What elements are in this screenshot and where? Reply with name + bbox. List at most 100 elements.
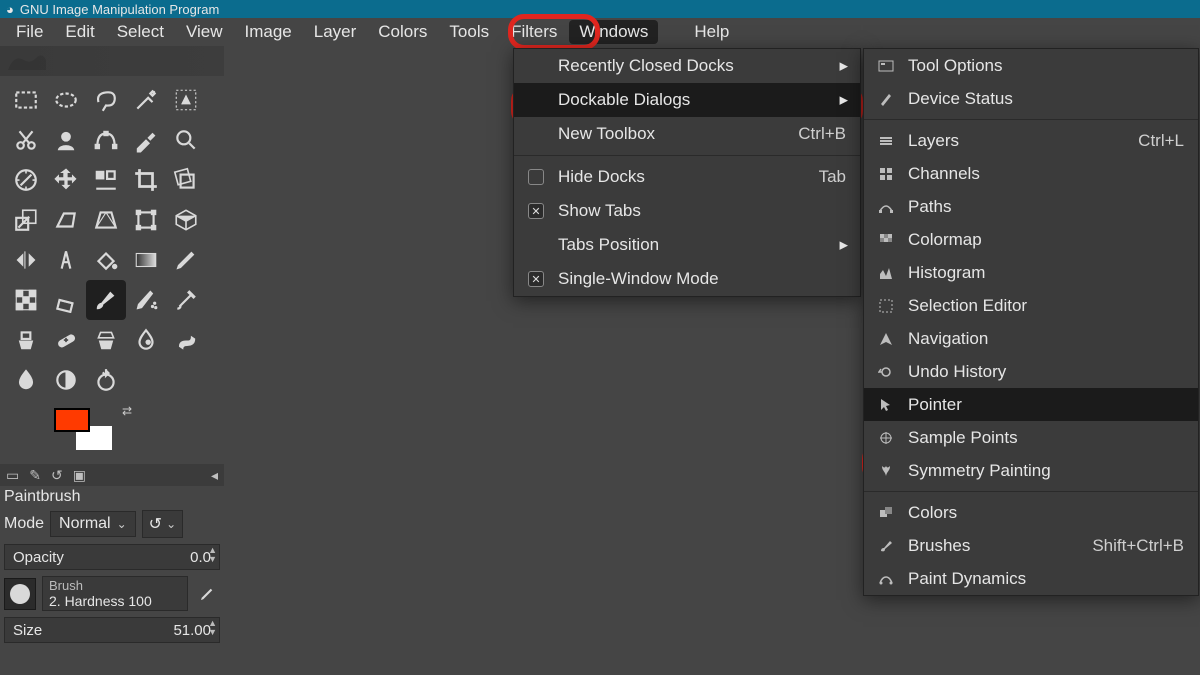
submenu-item-layers[interactable]: Layers Ctrl+L xyxy=(864,124,1198,157)
tool-dodge[interactable] xyxy=(6,360,46,400)
menu-item-dockable-dialogs[interactable]: Dockable Dialogs ▸ xyxy=(514,83,860,117)
tool-airbrush[interactable] xyxy=(126,280,166,320)
mode-reset-button[interactable]: ↺ ⌄ xyxy=(142,510,183,538)
submenu-item-colors[interactable]: Colors xyxy=(864,496,1198,529)
tool-foreground-select[interactable] xyxy=(46,120,86,160)
opacity-slider[interactable]: Opacity 0.0 ▲▼ xyxy=(4,544,220,570)
tool-blur-sharpen[interactable] xyxy=(126,320,166,360)
tool-dodge-burn-grid[interactable] xyxy=(6,280,46,320)
menu-select[interactable]: Select xyxy=(107,20,174,44)
color-swatches[interactable]: ⇄ xyxy=(54,408,124,458)
mode-combo[interactable]: Normal ⌄ xyxy=(50,511,136,537)
submenu-item-colormap[interactable]: Colormap xyxy=(864,223,1198,256)
submenu-item-navigation[interactable]: Navigation xyxy=(864,322,1198,355)
tool-zoom[interactable] xyxy=(166,120,206,160)
submenu-item-symmetry-painting[interactable]: Symmetry Painting xyxy=(864,454,1198,487)
spinner-arrows-icon[interactable]: ▲▼ xyxy=(208,619,217,637)
dock-tab-tool-options-icon[interactable]: ▭ xyxy=(6,467,19,484)
tool-ellipse-select[interactable] xyxy=(46,80,86,120)
tool-options-icon xyxy=(878,58,894,74)
tool-heal[interactable] xyxy=(46,320,86,360)
tool-flip[interactable] xyxy=(6,240,46,280)
dock-tab-device-icon[interactable]: ✎ xyxy=(29,467,41,484)
submenu-item-paint-dynamics[interactable]: Paint Dynamics xyxy=(864,562,1198,595)
tool-options-title: Paintbrush xyxy=(0,486,224,508)
tool-eraser[interactable] xyxy=(46,280,86,320)
tool-cage[interactable] xyxy=(166,200,206,240)
tool-free-select[interactable] xyxy=(86,80,126,120)
tool-measure[interactable] xyxy=(6,160,46,200)
menu-layer[interactable]: Layer xyxy=(304,20,367,44)
tool-crop[interactable] xyxy=(126,160,166,200)
submenu-item-tool-options[interactable]: Tool Options xyxy=(864,49,1198,82)
dock-tab-history-icon[interactable]: ↺ xyxy=(51,467,63,484)
reset-icon: ↺ xyxy=(149,514,162,534)
menu-item-show-tabs[interactable]: Show Tabs xyxy=(514,194,860,228)
menu-item-label: Colors xyxy=(908,503,957,523)
submenu-item-selection-editor[interactable]: Selection Editor xyxy=(864,289,1198,322)
menu-view[interactable]: View xyxy=(176,20,233,44)
submenu-item-sample-points[interactable]: Sample Points xyxy=(864,421,1198,454)
tool-align[interactable] xyxy=(86,160,126,200)
tool-rotate[interactable] xyxy=(166,160,206,200)
menu-tools[interactable]: Tools xyxy=(439,20,499,44)
tool-ink[interactable] xyxy=(166,280,206,320)
fg-color-swatch[interactable] xyxy=(54,408,90,432)
tool-clone[interactable] xyxy=(6,320,46,360)
menu-item-hide-docks[interactable]: Hide Docks Tab xyxy=(514,160,860,194)
tool-by-color-select[interactable] xyxy=(166,80,206,120)
tool-paintbrush[interactable] xyxy=(86,280,126,320)
spinner-arrows-icon[interactable]: ▲▼ xyxy=(208,546,217,564)
menu-item-label: Recently Closed Docks xyxy=(558,56,734,76)
brush-preview[interactable] xyxy=(4,578,36,610)
menu-item-tabs-position[interactable]: Tabs Position ▸ xyxy=(514,228,860,262)
tool-bucket-fill[interactable] xyxy=(86,240,126,280)
tool-smudge[interactable] xyxy=(166,320,206,360)
dock-menu-icon[interactable]: ◂ xyxy=(211,467,218,484)
submenu-item-histogram[interactable]: Histogram xyxy=(864,256,1198,289)
tool-scale[interactable] xyxy=(6,200,46,240)
brushes-icon xyxy=(878,538,894,554)
tool-unified-transform[interactable] xyxy=(126,200,166,240)
tool-pencil[interactable] xyxy=(166,240,206,280)
menu-colors[interactable]: Colors xyxy=(368,20,437,44)
tool-perspective[interactable] xyxy=(86,200,126,240)
submenu-item-paths[interactable]: Paths xyxy=(864,190,1198,223)
submenu-item-channels[interactable]: Channels xyxy=(864,157,1198,190)
tool-gradient[interactable] xyxy=(126,240,166,280)
menu-windows[interactable]: Windows xyxy=(569,20,658,44)
submenu-item-brushes[interactable]: Brushes Shift+Ctrl+B xyxy=(864,529,1198,562)
menu-help[interactable]: Help xyxy=(684,20,739,44)
size-slider[interactable]: Size 51.00 ▲▼ xyxy=(4,617,220,643)
menu-item-single-window-mode[interactable]: Single-Window Mode xyxy=(514,262,860,296)
submenu-item-undo-history[interactable]: Undo History xyxy=(864,355,1198,388)
tool-color-picker[interactable] xyxy=(126,120,166,160)
tool-rectangle-select[interactable] xyxy=(6,80,46,120)
submenu-item-device-status[interactable]: Device Status xyxy=(864,82,1198,115)
tool-fuzzy-select[interactable] xyxy=(126,80,166,120)
menu-item-label: Tool Options xyxy=(908,56,1003,76)
brush-edit-button[interactable] xyxy=(194,581,220,607)
tool-colorize[interactable] xyxy=(46,360,86,400)
submenu-item-pointer[interactable]: Pointer xyxy=(864,388,1198,421)
menu-item-recently-closed-docks[interactable]: Recently Closed Docks ▸ xyxy=(514,49,860,83)
swap-colors-icon[interactable]: ⇄ xyxy=(122,404,132,418)
tool-warp[interactable] xyxy=(86,360,126,400)
brush-name-field[interactable]: Brush 2. Hardness 100 xyxy=(42,576,188,611)
tool-perspective-clone[interactable] xyxy=(86,320,126,360)
menu-filters[interactable]: Filters xyxy=(501,20,567,44)
menu-edit[interactable]: Edit xyxy=(55,20,104,44)
menu-image[interactable]: Image xyxy=(235,20,302,44)
tool-scissors[interactable] xyxy=(6,120,46,160)
dock-tab-images-icon[interactable]: ▣ xyxy=(73,467,86,484)
tool-shear[interactable] xyxy=(46,200,86,240)
layers-icon xyxy=(878,133,894,149)
tool-paths[interactable] xyxy=(86,120,126,160)
menu-file[interactable]: File xyxy=(6,20,53,44)
brush-name: 2. Hardness 100 xyxy=(49,593,181,609)
tool-text[interactable] xyxy=(46,240,86,280)
menu-item-label: Sample Points xyxy=(908,428,1018,448)
tool-move[interactable] xyxy=(46,160,86,200)
menu-item-new-toolbox[interactable]: New Toolbox Ctrl+B xyxy=(514,117,860,151)
menu-item-label: Show Tabs xyxy=(558,201,641,221)
